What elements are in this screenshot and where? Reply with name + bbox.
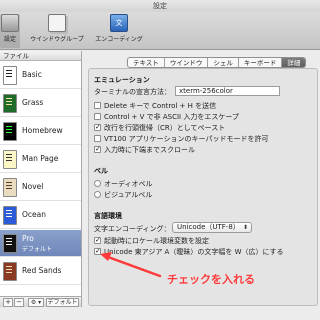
annotation-arrow xyxy=(100,252,162,278)
annotation-text: チェックを入れる xyxy=(167,273,255,286)
